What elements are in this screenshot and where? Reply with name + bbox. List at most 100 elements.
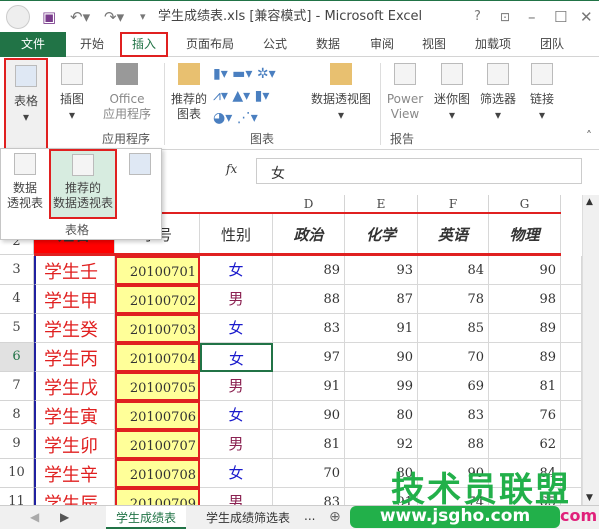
help-button[interactable]: ? [474, 7, 481, 27]
next-sheet-icon[interactable]: ▶ [60, 510, 69, 524]
cell-score: 89 [489, 343, 561, 372]
cell-id: 20100704 [115, 343, 200, 372]
illustrations-button[interactable]: 插图 ▾ [52, 63, 92, 129]
tab-home[interactable]: 开始 [80, 36, 110, 53]
collapse-ribbon-icon[interactable]: ˄ [586, 129, 592, 143]
vertical-scrollbar[interactable]: ▲ ▼ [582, 195, 599, 505]
cell-score: 69 [418, 372, 489, 401]
tab-review[interactable]: 审阅 [370, 36, 400, 53]
tab-addins[interactable]: 加载项 [475, 36, 525, 53]
cell-empty [561, 372, 582, 401]
cell-id: 20100703 [115, 314, 200, 343]
cell-name: 学生戊 [34, 372, 115, 401]
cell-score: 91 [273, 372, 345, 401]
cell-name: 学生癸 [34, 314, 115, 343]
tab-data[interactable]: 数据 [316, 36, 346, 53]
excel-logo-icon [6, 5, 30, 29]
cell-score: 84 [418, 256, 489, 285]
office-apps-button[interactable]: Office 应用程序 [94, 63, 160, 129]
tab-file[interactable]: 文件 [0, 32, 66, 57]
cell-score: 83 [273, 314, 345, 343]
tab-view[interactable]: 视图 [422, 36, 452, 53]
cell-id: 20100706 [115, 401, 200, 430]
row-header: 3 [0, 256, 34, 285]
filters-button[interactable]: 筛选器 ▾ [476, 63, 520, 129]
add-sheet-icon[interactable]: ⊕ [329, 509, 341, 525]
cell-name: 学生卯 [34, 430, 115, 459]
cell-score: 83 [273, 488, 345, 505]
recommended-charts-button[interactable]: 推荐的 图表 [168, 63, 210, 129]
label: 数据 透视表 [6, 181, 43, 210]
group-charts-label: 图表 [250, 132, 275, 146]
cell-score: 92 [345, 430, 418, 459]
insert-function-icon[interactable]: fx [226, 162, 237, 176]
redo-icon[interactable]: ↷▾ [104, 7, 124, 27]
row-header: 11 [0, 488, 34, 505]
cell-score: 93 [345, 256, 418, 285]
sparklines-button[interactable]: 迷你图 ▾ [430, 63, 474, 129]
tab-page-layout[interactable]: 页面布局 [186, 36, 246, 53]
label: 插图 [59, 92, 84, 106]
tab-team[interactable]: 团队 [540, 36, 570, 53]
cell-sex: 女 [200, 343, 273, 372]
table-icon [129, 153, 151, 175]
cell-sex: 女 [200, 459, 273, 488]
label: 迷你图 [433, 92, 470, 106]
label: 推荐的 图表 [170, 92, 207, 121]
cell-score: 70 [273, 459, 345, 488]
group-tables-label: 表格 [65, 223, 90, 237]
table-icon [15, 65, 37, 87]
cell-name: 学生甲 [34, 285, 115, 314]
cell-id: 20100707 [115, 430, 200, 459]
table-button[interactable]: 表格 ▾ [4, 58, 48, 150]
prev-sheet-icon[interactable]: ◀ [30, 510, 39, 524]
cell-score: 88 [273, 285, 345, 314]
cell-id: 20100708 [115, 459, 200, 488]
chart-types-gallery[interactable]: ▮▾ ▬▾ ✲▾ ⩘▾ ▲▾ ▮▾ ◕▾ ⋰▾ [213, 63, 305, 129]
cell-score: 91 [345, 314, 418, 343]
minimize-button[interactable]: – [528, 7, 536, 27]
cell-empty [561, 256, 582, 285]
worksheet-grid[interactable]: DEFG2姓名学号性别政治化学英语物理3学生壬20100701女89938490… [0, 195, 582, 505]
cell-score: 78 [418, 285, 489, 314]
cell-id: 20100701 [115, 256, 200, 285]
links-button[interactable]: 链接 ▾ [522, 63, 562, 129]
more-sheets[interactable]: ... [294, 506, 325, 529]
cell-score: 87 [345, 285, 418, 314]
cell-score: 89 [489, 314, 561, 343]
dropdown-arrow-icon: ▾ [68, 108, 76, 122]
cell-empty [561, 430, 582, 459]
sheet-tab[interactable]: 学生成绩筛选表 [196, 506, 300, 529]
close-button[interactable]: ✕ [580, 7, 593, 27]
customize-qat-icon[interactable]: ▾ [140, 7, 146, 27]
label: 表格 [13, 94, 38, 108]
power-view-button[interactable]: Power View [382, 63, 428, 129]
cell-name: 学生壬 [34, 256, 115, 285]
cell-sex: 男 [200, 430, 273, 459]
row-header: 10 [0, 459, 34, 488]
tab-formulas[interactable]: 公式 [263, 36, 293, 53]
cell-score: 97 [273, 343, 345, 372]
save-icon[interactable]: ▣ [42, 7, 56, 27]
label: Power View [386, 92, 424, 121]
cell-sex: 女 [200, 314, 273, 343]
recommended-pivot-button[interactable]: 推荐的 数据透视表 [49, 149, 117, 219]
table-insert-button[interactable] [123, 153, 157, 183]
ribbon-display-icon[interactable]: ⊡ [500, 7, 510, 27]
cell-empty [561, 343, 582, 372]
cell-sex: 女 [200, 256, 273, 285]
pivot-table-button[interactable]: 数据 透视表 [3, 153, 47, 217]
dropdown-arrow-icon: ▾ [538, 108, 546, 122]
row-header: 7 [0, 372, 34, 401]
dropdown-arrow-icon: ▾ [22, 110, 30, 124]
watermark-logo: 技术员联盟 [391, 470, 571, 510]
maximize-button[interactable]: ☐ [554, 7, 567, 27]
undo-icon[interactable]: ↶▾ [70, 7, 90, 27]
tab-insert[interactable]: 插入 [120, 32, 169, 57]
sheet-tab-active[interactable]: 学生成绩表 [106, 506, 187, 529]
recommended-pivot-icon [72, 154, 94, 176]
formula-input[interactable]: 女 [256, 158, 582, 184]
sparkline-icon [441, 63, 463, 85]
pivot-chart-button[interactable]: 数据透视图 ▾ [306, 63, 376, 129]
power-view-icon [394, 63, 416, 85]
